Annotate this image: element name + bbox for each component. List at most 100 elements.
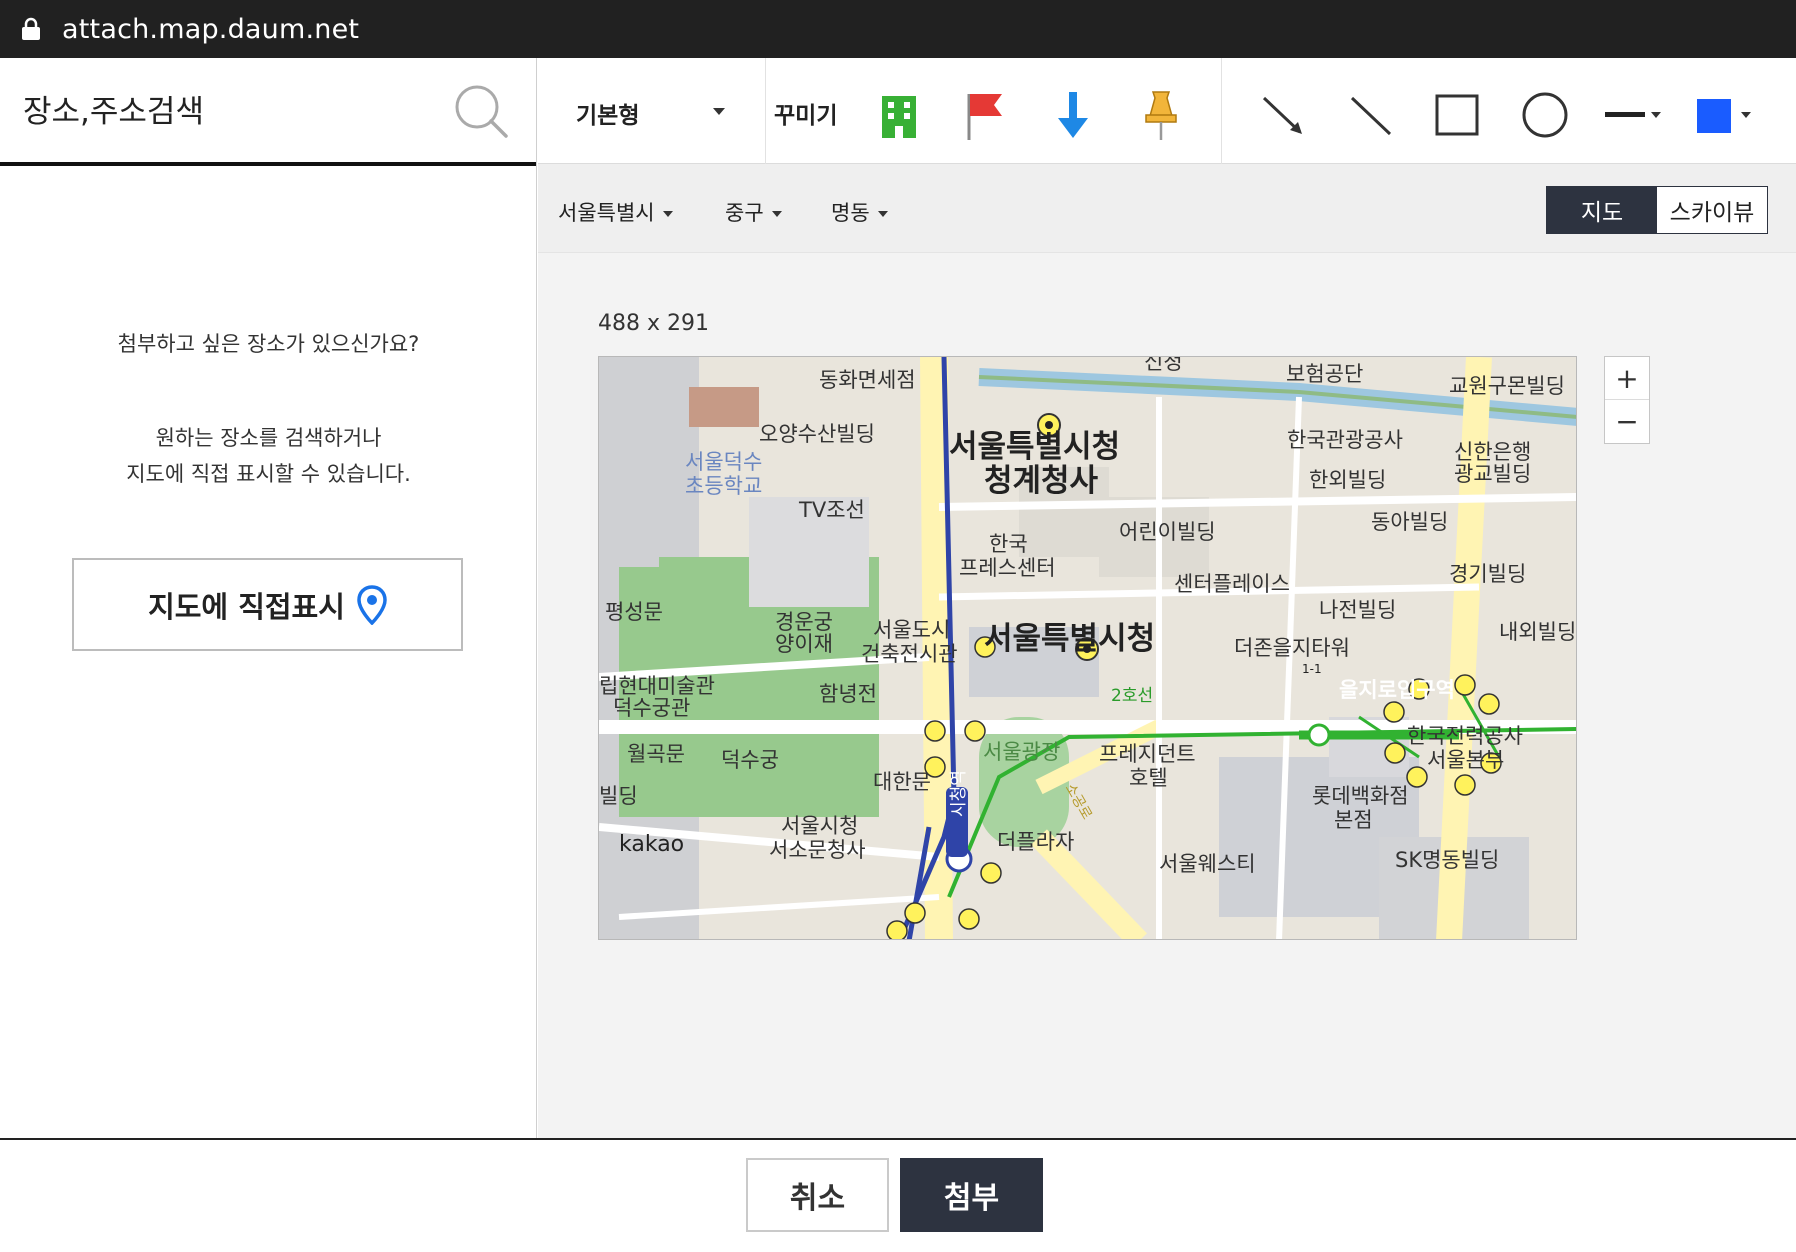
arrow-down-icon[interactable] [1048,88,1098,142]
map-label: 동화면세점 [819,368,916,392]
arrow-line-icon[interactable] [1258,88,1308,142]
map-label: 광교빌딩 [1454,462,1531,486]
map-label: 본점 [1334,808,1373,832]
map-pane: 서울특별시 중구 명동 지도 스카이뷰 488 x 291 동화면세점 보험공단… [538,164,1796,1138]
region-district-label: 중구 [725,201,764,225]
building-icon[interactable] [874,88,924,142]
search-input[interactable]: 장소,주소검색 [23,86,204,131]
map-label: 서울특별시청 [984,621,1155,657]
cancel-button[interactable]: 취소 [746,1158,889,1232]
map-label: 2호선 [1111,686,1153,706]
chevron-down-icon [771,211,782,217]
circle-icon[interactable] [1520,88,1570,142]
map-label: 함녕전 [819,682,877,706]
prompt-title: 첨부하고 싶은 장소가 있으신가요? [117,332,420,356]
region-dong-select[interactable]: 명동 [831,197,888,227]
url-text[interactable]: attach.map.daum.net [62,14,359,45]
map-label: 프레스센터 [959,556,1056,580]
map-label: 롯데백화점 [1312,784,1409,808]
map-label: TV조선 [798,498,865,522]
prompt-text: 원하는 장소를 검색하거나 지도에 직접 표시할 수 있습니다. [0,420,537,492]
region-bar: 서울특별시 중구 명동 지도 스카이뷰 [538,164,1796,253]
map-label: 내외빌딩 [1499,620,1576,644]
map-label: 한국관광공사 [1287,428,1403,452]
rectangle-icon[interactable] [1432,88,1482,142]
pushpin-icon[interactable] [1136,88,1186,142]
flag-icon[interactable] [960,88,1010,142]
lock-icon [22,17,40,40]
tab-skyview[interactable]: 스카이뷰 [1657,187,1767,233]
chevron-down-icon[interactable] [713,108,725,115]
map-label: 한국전력공사 [1407,724,1523,748]
chevron-down-icon [662,211,673,217]
map-label: 초등학교 [685,474,762,498]
map-label: 덕수궁 [721,748,779,772]
decorate-label: 꾸미기 [774,103,838,129]
map-label: 서울웨스티 [1159,852,1256,876]
map-label: 한국 [989,532,1028,556]
search-icon[interactable] [452,82,510,140]
region-city-select[interactable]: 서울특별시 [558,197,673,227]
map-label: 교원구몬빌딩 [1449,374,1565,398]
map-label: 더플라자 [997,830,1074,854]
toolbar-divider [1221,58,1222,164]
color-picker-icon[interactable] [1695,88,1757,142]
zoom-control: + − [1604,356,1650,444]
map-label: 한외빌딩 [1309,468,1386,492]
map-label: 시청역 [949,770,969,817]
map-label: 신청 [1144,357,1183,374]
direct-mark-button[interactable]: 지도에 직접표시 [72,558,463,651]
map-label: 경기빌딩 [1449,562,1526,586]
attach-button[interactable]: 첨부 [900,1158,1043,1232]
region-dong-label: 명동 [831,201,870,225]
map-label: 평성문 [605,600,663,624]
map-label: 동아빌딩 [1371,510,1448,534]
map-label: 센터플레이스 [1174,572,1290,596]
map-label: 경운궁 [775,610,833,634]
location-pin-icon [357,584,387,625]
map-label: 을지로입구역 [1339,678,1455,702]
map-image[interactable]: 동화면세점 보험공단 교원구몬빌딩 오양수산빌딩 서울덕수 초등학교 TV조선 … [599,357,1577,940]
tab-map-view[interactable]: 지도 [1547,187,1657,233]
map-label: 서울덕수 [685,450,762,474]
browser-url-bar: attach.map.daum.net [0,0,1796,58]
line-icon[interactable] [1346,88,1396,142]
map-label: 프레지던트 [1099,742,1196,766]
view-toggle: 지도 스카이뷰 [1546,186,1768,234]
map-size-label: 488 x 291 [598,311,709,336]
map-canvas[interactable]: 동화면세점 보험공단 교원구몬빌딩 오양수산빌딩 서울덕수 초등학교 TV조선 … [598,356,1577,940]
map-label: 서울특별시청 [949,429,1120,465]
map-label: 건축전시관 [861,642,958,666]
map-label: SK명동빌딩 [1395,848,1499,872]
map-label: 더존을지타워 [1234,636,1350,660]
region-district-select[interactable]: 중구 [725,197,782,227]
map-label: 청계청사 [984,463,1099,499]
chevron-down-icon [877,211,888,217]
map-label: 호텔 [1129,766,1168,790]
map-label: 빌딩 [599,784,638,808]
map-label: 어린이빌딩 [1119,520,1216,544]
footer-bar: 취소 첨부 [0,1138,1796,1252]
map-label: 월곡문 [627,742,685,766]
search-box[interactable]: 장소,주소검색 [0,58,536,166]
map-style-select[interactable]: 기본형 [576,96,639,130]
toolbar-divider [765,58,766,164]
kakao-logo: kakao [619,832,684,857]
map-label: 나전빌딩 [1319,598,1396,622]
zoom-in-button[interactable]: + [1605,357,1649,400]
map-label: 립현대미술관 [599,674,715,698]
map-label: 보험공단 [1286,362,1363,386]
line-style-icon[interactable] [1603,88,1665,142]
map-label: 서울도시 [873,618,950,642]
prompt-line-2: 지도에 직접 표시할 수 있습니다. [126,462,411,486]
map-label: 덕수궁관 [613,696,690,720]
map-label: 서울광장 [983,740,1060,764]
zoom-out-button[interactable]: − [1605,400,1649,443]
map-label: 서울본부 [1427,748,1504,772]
map-label: 양이재 [775,632,833,656]
map-label: 신한은행 [1454,440,1531,464]
map-label: 서울시청 [781,814,858,838]
map-label: 대한문 [873,770,931,794]
region-city-label: 서울특별시 [558,201,655,225]
map-label: 서소문청사 [769,838,866,862]
